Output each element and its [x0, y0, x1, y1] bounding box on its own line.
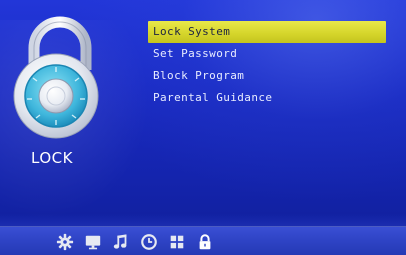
- monitor-icon[interactable]: [83, 232, 103, 252]
- padlock-illustration-icon: [13, 16, 99, 139]
- grid-icon[interactable]: [167, 232, 187, 252]
- clock-icon[interactable]: [139, 232, 159, 252]
- menu-item-parental-guidance[interactable]: Parental Guidance: [148, 87, 386, 109]
- tv-menu-screen: LOCK Lock System Set Password Block Prog…: [0, 0, 406, 255]
- lock-icon[interactable]: [195, 232, 215, 252]
- menu-item-lock-system[interactable]: Lock System: [148, 21, 386, 43]
- gear-icon[interactable]: [55, 232, 75, 252]
- music-note-icon[interactable]: [111, 232, 131, 252]
- lock-menu: Lock System Set Password Block Program P…: [148, 21, 386, 109]
- category-icons: [55, 230, 223, 254]
- menu-item-set-password[interactable]: Set Password: [148, 43, 386, 65]
- menu-item-block-program[interactable]: Block Program: [148, 65, 386, 87]
- page-title: LOCK: [31, 149, 73, 167]
